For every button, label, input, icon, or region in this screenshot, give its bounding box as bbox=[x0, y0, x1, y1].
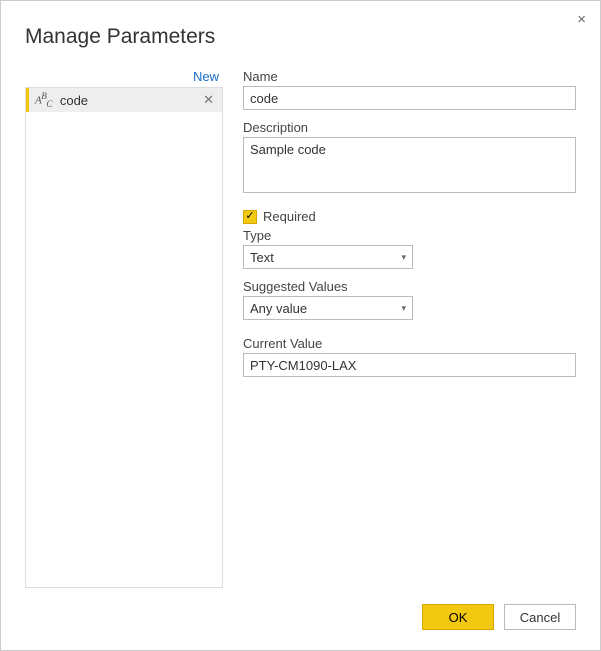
current-value-input[interactable] bbox=[243, 353, 576, 377]
parameter-form: Name Description ✓ Required Type Text ▾ … bbox=[243, 69, 576, 588]
type-label: Type bbox=[243, 228, 576, 243]
new-parameter-link[interactable]: New bbox=[25, 69, 223, 87]
description-input[interactable] bbox=[243, 137, 576, 193]
parameter-list: ABC code ✕ bbox=[25, 87, 223, 588]
name-label: Name bbox=[243, 69, 576, 84]
current-value-label: Current Value bbox=[243, 336, 576, 351]
required-label: Required bbox=[263, 209, 316, 224]
parameter-list-panel: New ABC code ✕ bbox=[25, 69, 223, 588]
type-dropdown[interactable]: Text ▾ bbox=[243, 245, 413, 269]
type-dropdown-value: Text bbox=[250, 250, 401, 265]
manage-parameters-dialog: × Manage Parameters New ABC code ✕ Name … bbox=[0, 0, 601, 651]
cancel-button[interactable]: Cancel bbox=[504, 604, 576, 630]
parameter-item-label: code bbox=[60, 93, 201, 108]
chevron-down-icon: ▾ bbox=[401, 252, 406, 263]
ok-button[interactable]: OK bbox=[422, 604, 494, 630]
close-icon[interactable]: × bbox=[577, 11, 586, 28]
delete-parameter-icon[interactable]: ✕ bbox=[201, 92, 216, 108]
name-input[interactable] bbox=[243, 86, 576, 110]
suggested-values-dropdown[interactable]: Any value ▾ bbox=[243, 296, 413, 320]
chevron-down-icon: ▾ bbox=[401, 303, 406, 314]
dialog-title: Manage Parameters bbox=[25, 25, 576, 49]
dialog-footer: OK Cancel bbox=[25, 588, 576, 630]
description-label: Description bbox=[243, 120, 576, 135]
required-checkbox[interactable]: ✓ bbox=[243, 210, 257, 224]
parameter-list-item[interactable]: ABC code ✕ bbox=[26, 88, 222, 112]
text-type-icon: ABC bbox=[35, 91, 52, 109]
suggested-values-dropdown-value: Any value bbox=[250, 301, 401, 316]
suggested-values-label: Suggested Values bbox=[243, 279, 576, 294]
